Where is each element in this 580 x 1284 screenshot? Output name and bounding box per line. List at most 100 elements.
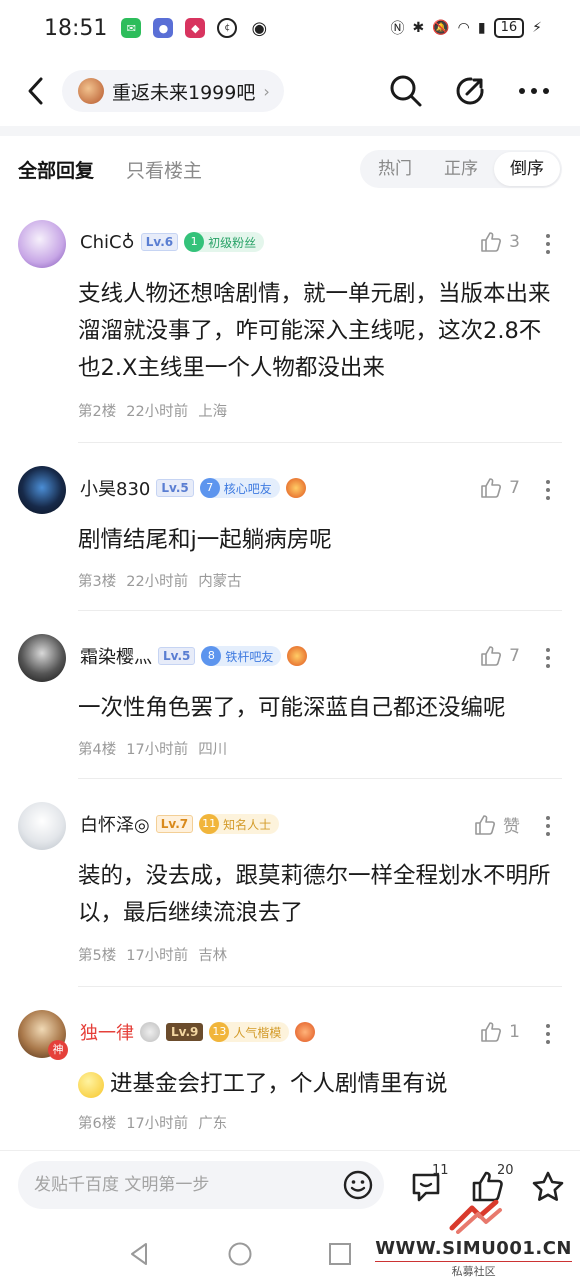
badge-label: 铁杆吧友 — [225, 649, 274, 664]
nav-recents-icon[interactable] — [326, 1240, 354, 1268]
comment-text: 进基金会打工了，个人剧情里有说 — [110, 1071, 448, 1097]
comment-meta: 第6楼 17小时前 广东 — [78, 1112, 237, 1133]
honor-badge-icon — [295, 1022, 316, 1042]
comment-meta: 第2楼 22小时前 上海 — [78, 400, 237, 421]
avatar[interactable] — [18, 466, 66, 514]
username[interactable]: 白怀泽◎ — [80, 811, 150, 837]
more-horizontal-icon — [519, 88, 549, 94]
comment-meta: 第5楼 17小时前 吉林 — [78, 944, 237, 965]
comment-more-button[interactable] — [538, 1020, 558, 1048]
user-line: 霜染樱灬 Lv.5 8 铁杆吧友 — [80, 642, 308, 670]
badge-number: 1 — [184, 232, 205, 252]
app-icon: ● — [153, 18, 174, 38]
like-count: 7 — [509, 646, 520, 666]
like-count: 3 — [509, 232, 520, 252]
tab-all-replies[interactable]: 全部回复 — [18, 156, 94, 183]
wechat-icon: ✉ — [121, 18, 142, 38]
emoji-icon[interactable] — [342, 1169, 374, 1201]
like-button[interactable]: 7 — [479, 644, 520, 668]
comment-divider — [78, 442, 562, 443]
share-button[interactable] — [452, 73, 488, 109]
watermark: WWW.SIMU001.CN 私募社区 — [375, 1199, 572, 1279]
search-button[interactable] — [388, 73, 424, 109]
forum-avatar — [78, 78, 104, 104]
post-time: 17小时前 — [126, 742, 189, 758]
fan-badge: 1 初级粉丝 — [184, 232, 265, 252]
nav-back-icon[interactable] — [126, 1240, 154, 1268]
comment-text: 装的，没去成，跟莫莉德尔一样全程划水不明所以，最后继续流浪去了 — [78, 863, 551, 926]
post-location: 吉林 — [198, 948, 228, 964]
comment-divider — [78, 778, 562, 779]
username[interactable]: ChiC♁ — [80, 232, 135, 253]
eye-icon: ◉ — [249, 18, 270, 39]
like-total-count: 20 — [497, 1163, 514, 1178]
like-button[interactable]: 1 — [479, 1020, 520, 1044]
back-button[interactable] — [16, 71, 56, 111]
header: 重返未来1999吧 › — [0, 60, 580, 122]
username[interactable]: 独一律 — [80, 1019, 134, 1045]
reply-input-container[interactable] — [18, 1161, 384, 1209]
comment-divider — [78, 610, 562, 611]
forum-link[interactable]: 重返未来1999吧 › — [62, 70, 284, 112]
user-line: ChiC♁ Lv.6 1 初级粉丝 — [80, 228, 270, 256]
game-badge-icon — [285, 478, 306, 498]
section-divider — [0, 126, 580, 136]
sort-hot[interactable]: 热门 — [362, 152, 428, 186]
level-badge: Lv.9 — [166, 1023, 204, 1041]
comment-count: 11 — [432, 1163, 449, 1178]
comment-more-button[interactable] — [538, 230, 558, 258]
reply-input[interactable] — [34, 1175, 334, 1195]
avatar[interactable] — [18, 634, 66, 682]
reply-filter-bar: 全部回复 只看楼主 热门 正序 倒序 — [0, 146, 580, 192]
user-line: 白怀泽◎ Lv.7 11 知名人士 — [80, 810, 285, 838]
post-location: 四川 — [198, 742, 228, 758]
comment-more-button[interactable] — [538, 476, 558, 504]
comment-more-button[interactable] — [538, 644, 558, 672]
comment-item: 小昊830 Lv.5 7 核心吧友 7 剧情结尾和j一起躺病房呢 第3楼 22小时前… — [0, 462, 580, 612]
thumbs-up-icon — [481, 232, 502, 252]
wifi-icon: ◠ — [457, 20, 470, 36]
app-icon-2: ◆ — [185, 18, 206, 38]
thumbs-up-icon — [481, 1022, 502, 1042]
avatar[interactable] — [18, 220, 66, 268]
like-button[interactable]: 3 — [479, 230, 520, 254]
fan-badge: 13 人气楷模 — [209, 1022, 290, 1042]
chevron-right-icon: › — [263, 81, 270, 101]
thumbs-up-icon — [481, 478, 502, 498]
post-time: 22小时前 — [126, 404, 189, 420]
comment-item: 霜染樱灬 Lv.5 8 铁杆吧友 7 一次性角色罢了，可能深蓝自己都还没编呢 第4… — [0, 630, 580, 780]
user-line: 小昊830 Lv.5 7 核心吧友 — [80, 474, 306, 502]
more-options-button[interactable] — [516, 73, 552, 109]
comment-more-button[interactable] — [538, 812, 558, 840]
comment-divider — [78, 986, 562, 987]
badge-number: 7 — [199, 478, 220, 498]
status-app-icons: ✉ ● ◆ ¢ ◉ — [121, 18, 270, 39]
watermark-text: WWW.SIMU001.CN — [375, 1238, 572, 1259]
level-badge: Lv.6 — [140, 233, 179, 251]
sort-ascending[interactable]: 正序 — [428, 152, 494, 186]
level-badge: Lv.7 — [155, 815, 194, 833]
floor-number: 第2楼 — [78, 404, 117, 420]
post-location: 上海 — [198, 404, 228, 420]
username[interactable]: 小昊830 — [80, 475, 150, 501]
like-button[interactable]: 赞 — [473, 812, 520, 837]
fan-badge: 7 核心吧友 — [199, 478, 280, 498]
username[interactable]: 霜染樱灬 — [80, 643, 152, 669]
smile-emoji-icon — [78, 1071, 104, 1098]
sort-descending[interactable]: 倒序 — [494, 152, 560, 186]
comment-item: ChiC♁ Lv.6 1 初级粉丝 3 支线人物还想啥剧情，就一单元剧，当版本出来… — [0, 216, 580, 444]
watermark-subtext: 私募社区 — [375, 1261, 572, 1279]
battery-indicator: 16 — [493, 18, 525, 38]
like-count: 7 — [509, 478, 520, 498]
post-time: 22小时前 — [126, 574, 189, 590]
fan-badge: 11 知名人士 — [199, 814, 280, 834]
tab-op-only[interactable]: 只看楼主 — [126, 156, 202, 183]
search-icon — [390, 75, 422, 107]
avatar[interactable] — [18, 802, 66, 850]
comment-text: 一次性角色罢了，可能深蓝自己都还没编呢 — [78, 695, 506, 721]
status-bar: 18:51 ✉ ● ◆ ¢ ◉ Ⓝ ✱ 🔕 ◠ ▮ 16 ⚡ — [0, 0, 580, 56]
watermark-logo — [449, 1199, 502, 1234]
nav-home-icon[interactable] — [226, 1240, 254, 1268]
game-badge-icon — [287, 646, 308, 666]
like-button[interactable]: 7 — [479, 476, 520, 500]
